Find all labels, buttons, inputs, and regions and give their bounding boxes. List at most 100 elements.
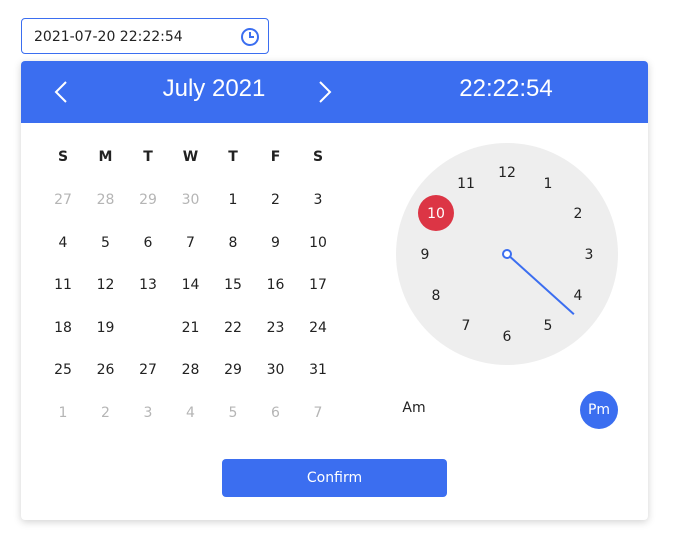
day-cell[interactable]: 1	[43, 395, 83, 431]
day-cell[interactable]: 25	[43, 352, 83, 388]
day-label: 1	[58, 404, 68, 421]
day-cell-selected[interactable]: 20	[128, 307, 168, 348]
day-label: 15	[224, 277, 242, 293]
day-cell[interactable]: 15	[213, 267, 253, 303]
day-label: 7	[186, 234, 195, 251]
day-label: 13	[139, 277, 157, 293]
day-label: 31	[309, 362, 327, 378]
day-label: 3	[313, 192, 323, 208]
day-cell[interactable]: 27	[128, 352, 168, 388]
weekday-header: W	[182, 149, 199, 165]
clock-hour-number[interactable]: 11	[457, 176, 475, 192]
day-cell[interactable]: 7	[298, 395, 338, 431]
clock-hour-number[interactable]: 2	[574, 206, 583, 222]
day-label: 30	[266, 362, 285, 378]
clock-icon[interactable]	[240, 27, 260, 47]
day-label: 2	[101, 404, 110, 421]
day-label: 27	[139, 362, 157, 378]
pm-button[interactable]: Pm	[580, 391, 618, 429]
day-label: 1	[228, 192, 238, 208]
day-cell[interactable]: 5	[213, 395, 253, 431]
day-cell[interactable]: 26	[86, 352, 126, 388]
day-label: 3	[143, 404, 153, 421]
day-cell[interactable]: 3	[298, 182, 338, 218]
day-label: 29	[224, 362, 242, 378]
day-cell[interactable]: 4	[171, 395, 211, 431]
weekday-header: T	[143, 149, 153, 165]
day-label: 28	[96, 192, 115, 208]
day-cell[interactable]: 4	[43, 225, 83, 261]
am-button[interactable]: Am	[394, 400, 434, 416]
day-cell[interactable]: 16	[256, 267, 296, 303]
day-cell[interactable]: 30	[171, 182, 211, 218]
day-label: 29	[139, 192, 157, 208]
weekday-header: T	[228, 149, 238, 165]
day-cell[interactable]: 27	[43, 182, 83, 218]
day-cell[interactable]: 12	[86, 267, 126, 303]
day-cell[interactable]: 18	[43, 310, 83, 346]
day-cell[interactable]: 29	[128, 182, 168, 218]
day-cell[interactable]: 23	[256, 310, 296, 346]
day-cell[interactable]: 22	[213, 310, 253, 346]
clock-hour-number[interactable]: 10	[427, 206, 445, 222]
day-label: 7	[313, 404, 323, 421]
clock-hour-number[interactable]: 5	[544, 318, 553, 334]
day-cell[interactable]: 6	[256, 395, 296, 431]
month-title: July 2021	[162, 75, 266, 102]
datetime-input-wrapper[interactable]	[21, 18, 269, 55]
clock-hour-number[interactable]: 7	[462, 318, 471, 334]
day-cell[interactable]: 28	[171, 352, 211, 388]
day-label: 20	[139, 319, 157, 336]
day-cell[interactable]: 3	[128, 395, 168, 431]
day-cell[interactable]: 13	[128, 267, 168, 303]
clock-hour-number[interactable]: 6	[503, 329, 512, 345]
weekday-header: S	[312, 149, 324, 165]
day-cell[interactable]: 6	[128, 225, 168, 261]
day-cell[interactable]: 28	[86, 182, 126, 218]
day-label: 18	[54, 319, 72, 336]
chevron-right-icon[interactable]	[311, 79, 337, 105]
clock-hour-number[interactable]: 1	[544, 176, 553, 192]
chevron-left-icon[interactable]	[49, 79, 75, 105]
day-label: 26	[96, 362, 115, 378]
day-cell[interactable]: 31	[298, 352, 338, 388]
day-cell[interactable]: 7	[171, 225, 211, 261]
day-cell[interactable]: 11	[43, 267, 83, 303]
day-cell[interactable]: 30	[256, 352, 296, 388]
clock-pivot	[502, 249, 512, 259]
clock-face[interactable]: 121234567891011	[396, 143, 618, 365]
weekday-header: S	[57, 149, 69, 165]
day-cell[interactable]: 19	[86, 310, 126, 346]
day-cell[interactable]: 17	[298, 267, 338, 303]
day-label: 6	[271, 404, 280, 421]
confirm-button[interactable]: Confirm	[222, 459, 447, 497]
clock-hour-number[interactable]: 8	[432, 288, 441, 304]
day-cell[interactable]: 2	[86, 395, 126, 431]
day-cell[interactable]: 2	[256, 182, 296, 218]
day-label: 21	[181, 319, 200, 336]
clock-hour-number[interactable]: 3	[585, 247, 594, 263]
day-cell[interactable]: 10	[298, 225, 338, 261]
day-cell[interactable]: 21	[171, 310, 211, 346]
day-label: 4	[58, 234, 68, 251]
day-label: 28	[181, 362, 200, 378]
day-cell[interactable]: 29	[213, 352, 253, 388]
day-cell[interactable]: 14	[171, 267, 211, 303]
day-label: 8	[228, 234, 238, 251]
day-label: 10	[309, 234, 327, 251]
clock-hour-number[interactable]: 9	[421, 247, 430, 263]
day-cell[interactable]: 9	[256, 225, 296, 261]
clock-hour-number[interactable]: 4	[574, 288, 583, 304]
day-cell[interactable]: 24	[298, 310, 338, 346]
day-label: 22	[224, 319, 242, 336]
day-cell[interactable]: 8	[213, 225, 253, 261]
day-label: 27	[54, 192, 72, 208]
day-label: 19	[96, 319, 115, 336]
day-cell[interactable]: 5	[86, 225, 126, 261]
clock-hour-number[interactable]: 12	[498, 165, 516, 181]
day-label: 11	[54, 277, 72, 293]
day-label: 4	[186, 404, 195, 421]
datetime-input[interactable]	[32, 19, 236, 55]
day-label: 6	[143, 234, 153, 251]
day-cell[interactable]: 1	[213, 182, 253, 218]
